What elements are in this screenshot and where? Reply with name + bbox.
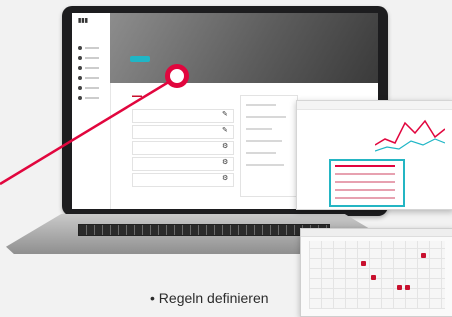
rules-panel-title: ▬▬ xyxy=(132,93,142,99)
analytics-window xyxy=(296,100,452,210)
map-marker-icon[interactable] xyxy=(405,285,410,290)
sidebar-item[interactable] xyxy=(78,69,104,80)
pencil-icon[interactable]: ✎ xyxy=(222,127,229,134)
window-titlebar xyxy=(301,229,452,237)
rule-row[interactable] xyxy=(132,141,234,155)
line-chart-thumbnail xyxy=(375,119,445,152)
settings-icon[interactable]: ⚙ xyxy=(222,143,229,150)
rule-row[interactable] xyxy=(132,109,234,123)
details-card xyxy=(240,95,298,197)
sidebar-item[interactable] xyxy=(78,49,104,60)
floor-map xyxy=(309,241,445,309)
laptop-keyboard xyxy=(78,224,330,236)
map-marker-icon[interactable] xyxy=(397,285,402,290)
caption: • Regeln definieren xyxy=(150,290,269,306)
window-titlebar xyxy=(297,101,452,110)
data-table-thumbnail xyxy=(329,159,405,207)
settings-icon[interactable]: ⚙ xyxy=(222,175,229,182)
pencil-icon[interactable]: ✎ xyxy=(222,111,229,118)
rule-row[interactable] xyxy=(132,125,234,139)
rule-row[interactable] xyxy=(132,157,234,171)
sidebar-item[interactable] xyxy=(78,79,104,90)
circle-marker-icon xyxy=(165,64,189,88)
caption-text: Regeln definieren xyxy=(158,290,269,306)
sidebar-item[interactable] xyxy=(78,39,104,50)
map-marker-icon[interactable] xyxy=(371,275,376,280)
sidebar-item[interactable] xyxy=(78,89,104,100)
floor-map-window xyxy=(300,228,452,317)
bullet: • xyxy=(150,290,155,306)
app-logo: ▮▮▮ xyxy=(78,18,88,24)
nav-dot-icon xyxy=(78,95,82,100)
map-marker-icon[interactable] xyxy=(421,253,426,258)
settings-icon[interactable]: ⚙ xyxy=(222,159,229,166)
sidebar-item[interactable] xyxy=(78,59,104,70)
hero-button[interactable] xyxy=(130,56,150,62)
hero-banner xyxy=(110,13,378,83)
rule-row[interactable] xyxy=(132,173,234,187)
map-marker-icon[interactable] xyxy=(361,261,366,266)
